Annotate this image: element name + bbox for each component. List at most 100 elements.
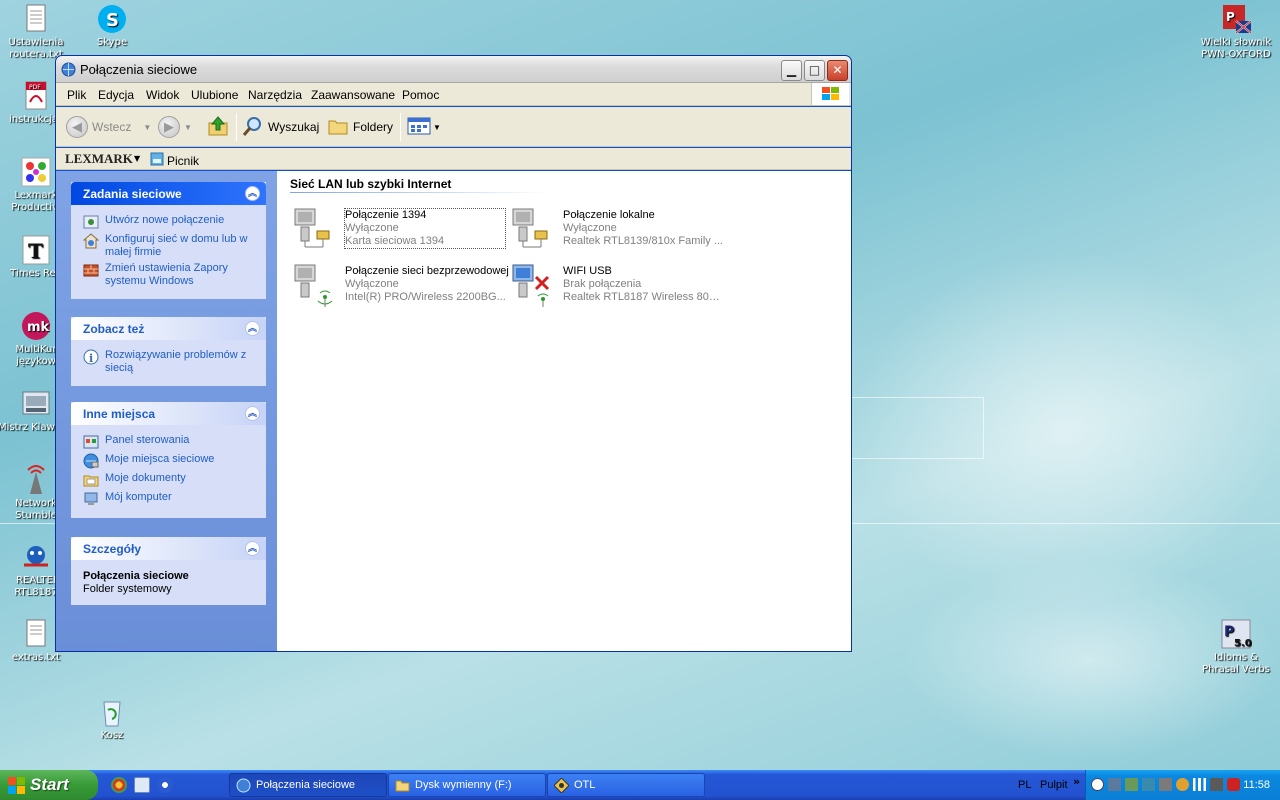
system-tray: 11:58 xyxy=(1085,770,1280,800)
media-player-icon[interactable] xyxy=(157,777,173,793)
taskbar-item-otl[interactable]: OTL xyxy=(547,773,705,797)
desktop-icon-router-settings[interactable]: Ustawienia routera.txt xyxy=(0,3,74,61)
network-disconnected-icon[interactable] xyxy=(1108,778,1121,791)
folders-button[interactable]: Foldery xyxy=(327,115,393,139)
toolbar-separator xyxy=(236,113,237,141)
firewall-icon xyxy=(83,262,99,278)
skype-icon: S xyxy=(96,3,128,35)
views-button[interactable]: ▼ xyxy=(407,115,441,139)
clock[interactable]: 11:58 xyxy=(1243,779,1270,791)
menu-file[interactable]: Plik xyxy=(67,88,86,102)
picnik-button[interactable]: Picnik xyxy=(150,152,199,169)
menu-help[interactable]: Pomoc xyxy=(402,88,439,102)
connection-item-wifi-usb[interactable]: WIFI USB Brak połączenia Realtek RTL8187… xyxy=(509,261,724,309)
desktop-icon-skype[interactable]: S Skype xyxy=(74,3,150,49)
svg-text:mk: mk xyxy=(27,320,50,335)
title-bar[interactable]: Połączenia sieciowe ▁ □ ✕ xyxy=(56,56,851,83)
desktop-icon-idioms[interactable]: P 5.0 Idioms & Phrasal Verbs xyxy=(1198,618,1274,676)
minimize-button[interactable]: ▁ xyxy=(781,60,802,81)
taskbar-item-network-connections[interactable]: Połączenia sieciowe xyxy=(229,773,387,797)
monitor-icon[interactable] xyxy=(1210,778,1223,791)
network-adapter-disabled-icon xyxy=(291,205,339,253)
connection-item-wireless[interactable]: Połączenie sieci bezprzewodowej Wyłączon… xyxy=(291,261,509,309)
connection-status: Wyłączone xyxy=(345,278,399,290)
desktop-icon-pwn-oxford[interactable]: P Wielki słownik PWN-OXFORD xyxy=(1198,3,1274,61)
pdf-icon: PDF xyxy=(20,80,52,112)
security-shield-icon[interactable] xyxy=(1227,778,1240,791)
up-folder-button[interactable] xyxy=(207,115,229,139)
collapse-chevron-icon[interactable]: ︽ xyxy=(245,406,260,421)
collapse-chevron-icon[interactable]: ︽ xyxy=(245,186,260,201)
panel-header-other-places[interactable]: Inne miejsca ︽ xyxy=(71,402,266,425)
dropdown-arrow-icon[interactable]: ▼ xyxy=(134,154,140,163)
otl-icon xyxy=(553,777,570,794)
menu-view[interactable]: Widok xyxy=(146,88,179,102)
realtek-icon xyxy=(20,541,52,573)
menu-edit[interactable]: Edycja xyxy=(98,88,134,102)
menu-favorites[interactable]: Ulubione xyxy=(191,88,238,102)
show-desktop-icon[interactable] xyxy=(134,777,150,793)
multikurs-icon: mk xyxy=(20,310,52,342)
forward-button[interactable]: ▶ ▼ xyxy=(158,115,192,139)
link-firewall-settings[interactable]: Zmień ustawienia Zapory systemu Windows xyxy=(83,262,256,288)
network-connections-icon xyxy=(236,778,251,793)
link-my-network-places[interactable]: Moje miejsca sieciowe xyxy=(83,453,256,469)
panel-see-also: Zobacz też ︽ i Rozwiązywanie problemów z… xyxy=(71,317,266,386)
maximize-button[interactable]: □ xyxy=(804,60,825,81)
text-file-icon xyxy=(20,3,52,35)
panel-header-details[interactable]: Szczegóły ︽ xyxy=(71,537,266,560)
connection-item-local[interactable]: Połączenie lokalne Wyłączone Realtek RTL… xyxy=(509,205,724,253)
back-button[interactable]: ◀ Wstecz ▼ xyxy=(66,115,151,139)
search-icon xyxy=(242,115,264,140)
language-indicator[interactable]: PL xyxy=(1018,779,1031,791)
panel-header-see-also[interactable]: Zobacz też ︽ xyxy=(71,317,266,340)
device-icon[interactable] xyxy=(1159,778,1172,791)
link-setup-home-network[interactable]: Konfiguruj sieć w domu lub w małej firmi… xyxy=(82,233,256,259)
home-network-icon xyxy=(82,233,100,249)
info-icon: i xyxy=(83,349,99,365)
panel-header-network-tasks[interactable]: Zadania sieciowe ︽ xyxy=(71,182,266,205)
chrome-icon[interactable] xyxy=(111,777,127,793)
update-icon[interactable] xyxy=(1176,778,1189,791)
collapse-chevron-icon[interactable]: ︽ xyxy=(245,321,260,336)
start-button[interactable]: Start xyxy=(0,770,98,800)
lexmark-toolbar-button[interactable]: LEXMARK xyxy=(65,151,133,167)
connection-item-1394[interactable]: Połączenie 1394 Wyłączone Karta sieciowa… xyxy=(291,205,506,253)
desktop-icon-recycle-bin[interactable]: Kosz xyxy=(74,696,150,742)
network-status-icon[interactable] xyxy=(1125,778,1138,791)
menu-advanced[interactable]: Zaawansowane xyxy=(311,88,395,102)
search-button[interactable]: Wyszukaj xyxy=(242,115,319,139)
link-control-panel[interactable]: Panel sterowania xyxy=(83,434,256,450)
toolbar: ◀ Wstecz ▼ ▶ ▼ Wyszukaj Foldery ▼ xyxy=(56,107,851,147)
close-button[interactable]: ✕ xyxy=(827,60,848,81)
taskbar-item-removable-disk[interactable]: Dysk wymienny (F:) xyxy=(388,773,546,797)
network-adapter-disabled-icon xyxy=(509,205,557,253)
network-places-icon xyxy=(83,453,99,469)
explorer-window: Połączenia sieciowe ▁ □ ✕ Plik Edycja Wi… xyxy=(55,55,852,652)
connection-device: Karta sieciowa 1394 xyxy=(345,235,445,247)
connections-view: Sieć LAN lub szybki Internet Połączenie … xyxy=(277,171,851,651)
connection-device: Realtek RTL8187 Wireless 802... xyxy=(563,291,723,303)
svg-text:PDF: PDF xyxy=(29,84,41,91)
link-my-computer[interactable]: Mój komputer xyxy=(83,491,256,507)
link-my-documents[interactable]: Moje dokumenty xyxy=(83,472,256,488)
antenna-icon xyxy=(20,464,52,496)
minimize-icon: ▁ xyxy=(786,63,797,77)
collapse-chevron-icon[interactable]: ︽ xyxy=(245,541,260,556)
desktop-toolbar[interactable]: Pulpit xyxy=(1040,779,1068,791)
adapter-icon[interactable] xyxy=(1142,778,1155,791)
link-troubleshoot-network[interactable]: i Rozwiązywanie problemów z siecią xyxy=(83,349,256,375)
link-create-connection[interactable]: Utwórz nowe połączenie xyxy=(83,214,256,230)
connection-name: Połączenie sieci bezprzewodowej xyxy=(345,265,509,277)
folder-icon xyxy=(395,778,410,793)
panel-details: Szczegóły ︽ Połączenia sieciowe Folder s… xyxy=(71,537,266,605)
show-hidden-icons-icon[interactable] xyxy=(1091,778,1104,791)
svg-text:T: T xyxy=(28,239,43,263)
lexmark-app-icon xyxy=(20,156,52,188)
toolbar-chevron-icon[interactable]: » xyxy=(1073,775,1080,788)
menu-tools[interactable]: Narzędzia xyxy=(248,88,302,102)
panel-other-places: Inne miejsca ︽ Panel sterowania Moje mie… xyxy=(71,402,266,518)
wireless-adapter-disconnected-icon xyxy=(509,261,557,309)
signal-strength-icon[interactable] xyxy=(1193,778,1206,791)
connection-status: Wyłączone xyxy=(345,222,399,234)
